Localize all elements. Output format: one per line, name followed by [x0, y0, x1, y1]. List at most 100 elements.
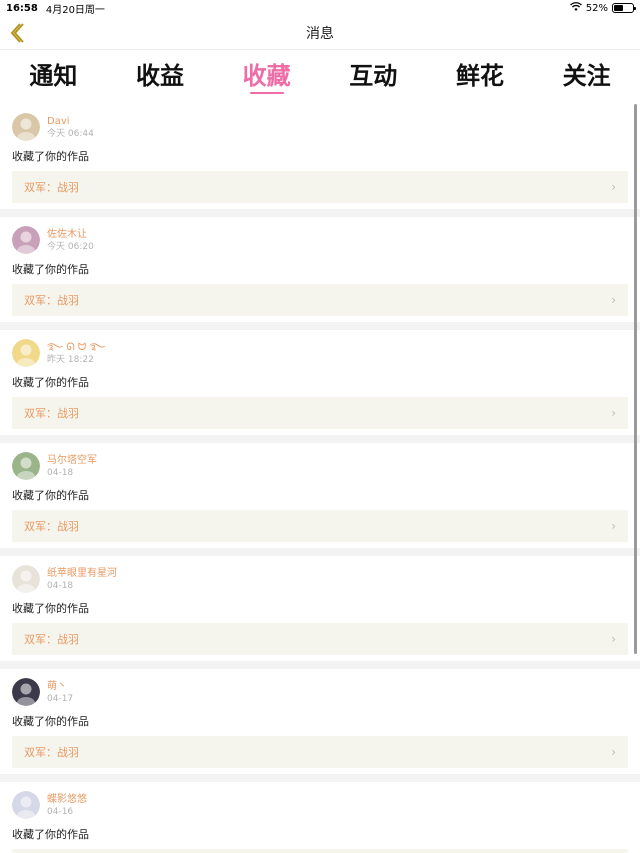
avatar[interactable] — [12, 452, 40, 480]
list-item[interactable]: 纸苹眼里有星河 04-18 收藏了你的作品 双军：战羽 › — [0, 556, 640, 661]
avatar[interactable] — [12, 226, 40, 254]
username[interactable]: 佐佐木让 — [47, 229, 94, 241]
item-header: 佐佐木让 今天 06:20 — [12, 226, 628, 258]
sketch-girl-avatar-icon — [12, 565, 40, 593]
timestamp: 04-18 — [47, 468, 74, 478]
username[interactable]: ࿐ ᘏ ᗢ ࿐ — [47, 342, 106, 354]
item-header: 马尔塔空军 04-18 — [12, 452, 628, 484]
work-title: 双军：战羽 — [24, 633, 79, 646]
list-item[interactable]: ࿐ ᘏ ᗢ ࿐ 昨天 18:22 收藏了你的作品 双军：战羽 › — [0, 330, 640, 435]
username[interactable]: 马尔塔空军 — [47, 455, 97, 467]
list-item[interactable]: 萌丶 04-17 收藏了你的作品 双军：战羽 › — [0, 669, 640, 774]
flower-avatar-icon — [12, 452, 40, 480]
avatar[interactable] — [12, 339, 40, 367]
chevron-right-icon: › — [611, 632, 616, 646]
user-meta: 佐佐木让 今天 06:20 — [47, 226, 94, 253]
avatar[interactable] — [12, 113, 40, 141]
item-header: 蝶影悠悠 04-16 — [12, 791, 628, 823]
user-meta: 马尔塔空军 04-18 — [47, 452, 97, 479]
action-text: 收藏了你的作品 — [12, 828, 89, 841]
username[interactable]: 蝶影悠悠 — [47, 794, 87, 806]
timestamp: 04-18 — [47, 581, 74, 591]
timestamp: 今天 06:44 — [47, 129, 94, 139]
chevron-right-icon: › — [611, 519, 616, 533]
tab-label: 通知 — [29, 62, 78, 90]
work-link[interactable]: 双军：战羽 › — [12, 284, 628, 316]
user-meta: 萌丶 04-17 — [47, 678, 73, 705]
work-link[interactable]: 双军：战羽 › — [12, 397, 628, 429]
wifi-icon — [569, 2, 582, 14]
battery-icon — [612, 3, 636, 13]
status-date: 4月20日周一 — [45, 4, 105, 16]
dog-avatar-icon — [12, 113, 40, 141]
dark-anime-avatar-icon — [12, 678, 40, 706]
chevron-right-icon: › — [611, 293, 616, 307]
work-title: 双军：战羽 — [24, 181, 79, 194]
back-button[interactable] — [6, 20, 28, 46]
nav-bar: 消息 — [0, 16, 640, 50]
battery-fill — [614, 5, 624, 11]
tab-label: 收益 — [135, 62, 184, 90]
tab-flowers[interactable]: 鲜花 — [427, 52, 533, 91]
tab-label: 鲜花 — [455, 62, 504, 90]
tab-following[interactable]: 关注 — [534, 52, 640, 91]
chevron-left-icon — [10, 23, 24, 43]
tab-label: 关注 — [562, 62, 611, 90]
list-item[interactable]: 马尔塔空军 04-18 收藏了你的作品 双军：战羽 › — [0, 443, 640, 548]
chevron-right-icon: › — [611, 406, 616, 420]
work-title: 双军：战羽 — [24, 294, 79, 307]
item-header: 萌丶 04-17 — [12, 678, 628, 710]
work-title: 双军：战羽 — [24, 746, 79, 759]
chevron-right-icon: › — [611, 745, 616, 759]
list-item[interactable]: Davi 今天 06:44 收藏了你的作品 双军：战羽 › — [0, 104, 640, 209]
user-meta: ࿐ ᘏ ᗢ ࿐ 昨天 18:22 — [47, 339, 106, 366]
page-title: 消息 — [306, 25, 334, 42]
timestamp: 昨天 18:22 — [47, 355, 94, 365]
action-text: 收藏了你的作品 — [12, 489, 89, 502]
work-title: 双军：战羽 — [24, 520, 79, 533]
action-text: 收藏了你的作品 — [12, 715, 89, 728]
status-right: 52% — [569, 2, 636, 14]
list-item[interactable]: 蝶影悠悠04-16 收藏了你的作品双军：战羽› — [0, 782, 640, 853]
status-time: 16:58 — [6, 2, 38, 14]
scrollbar[interactable] — [634, 104, 637, 654]
item-header: ࿐ ᘏ ᗢ ࿐ 昨天 18:22 — [12, 339, 628, 371]
tab-label: 收藏 — [242, 62, 291, 90]
battery-percent: 52% — [585, 2, 608, 14]
avatar[interactable] — [12, 791, 40, 819]
timestamp: 今天 06:20 — [47, 242, 94, 252]
work-link[interactable]: 双军：战羽 › — [12, 171, 628, 203]
active-tab-indicator — [249, 92, 284, 94]
action-text: 收藏了你的作品 — [12, 602, 89, 615]
username[interactable]: 萌丶 — [47, 681, 73, 693]
user-meta: 纸苹眼里有星河 04-18 — [47, 565, 117, 592]
username[interactable]: 纸苹眼里有星河 — [47, 568, 117, 580]
action-text: 收藏了你的作品 — [12, 263, 89, 276]
work-link[interactable]: 双军：战羽 › — [12, 623, 628, 655]
tab-notifications[interactable]: 通知 — [0, 52, 106, 91]
work-link[interactable]: 双军：战羽› — [12, 849, 628, 853]
avatar[interactable] — [12, 565, 40, 593]
tab-earnings[interactable]: 收益 — [107, 52, 213, 91]
username[interactable]: Davi — [47, 116, 94, 128]
chevron-right-icon: › — [611, 180, 616, 194]
avatar[interactable] — [12, 678, 40, 706]
action-text: 收藏了你的作品 — [12, 150, 89, 163]
white-hair-avatar-icon — [12, 791, 40, 819]
item-header: 纸苹眼里有星河 04-18 — [12, 565, 628, 597]
status-bar: 16:58 4月20日周一 52% — [0, 0, 640, 16]
user-meta: Davi 今天 06:44 — [47, 113, 94, 140]
tab-interactions[interactable]: 互动 — [320, 52, 426, 91]
tab-favorites[interactable]: 收藏 — [214, 52, 320, 94]
tab-label: 互动 — [349, 62, 398, 90]
cartoon-avatar-icon — [12, 339, 40, 367]
list-item[interactable]: 佐佐木让 今天 06:20 收藏了你的作品 双军：战羽 › — [0, 217, 640, 322]
timestamp: 04-16 — [47, 807, 74, 817]
timestamp: 04-17 — [47, 694, 74, 704]
work-title: 双军：战羽 — [24, 407, 79, 420]
item-header: Davi 今天 06:44 — [12, 113, 628, 145]
favorites-list[interactable]: Davi 今天 06:44 收藏了你的作品 双军：战羽 › 佐佐木让 今天 06:20 收藏了… — [0, 104, 640, 853]
anime-girl-avatar-icon — [12, 226, 40, 254]
work-link[interactable]: 双军：战羽 › — [12, 510, 628, 542]
work-link[interactable]: 双军：战羽 › — [12, 736, 628, 768]
